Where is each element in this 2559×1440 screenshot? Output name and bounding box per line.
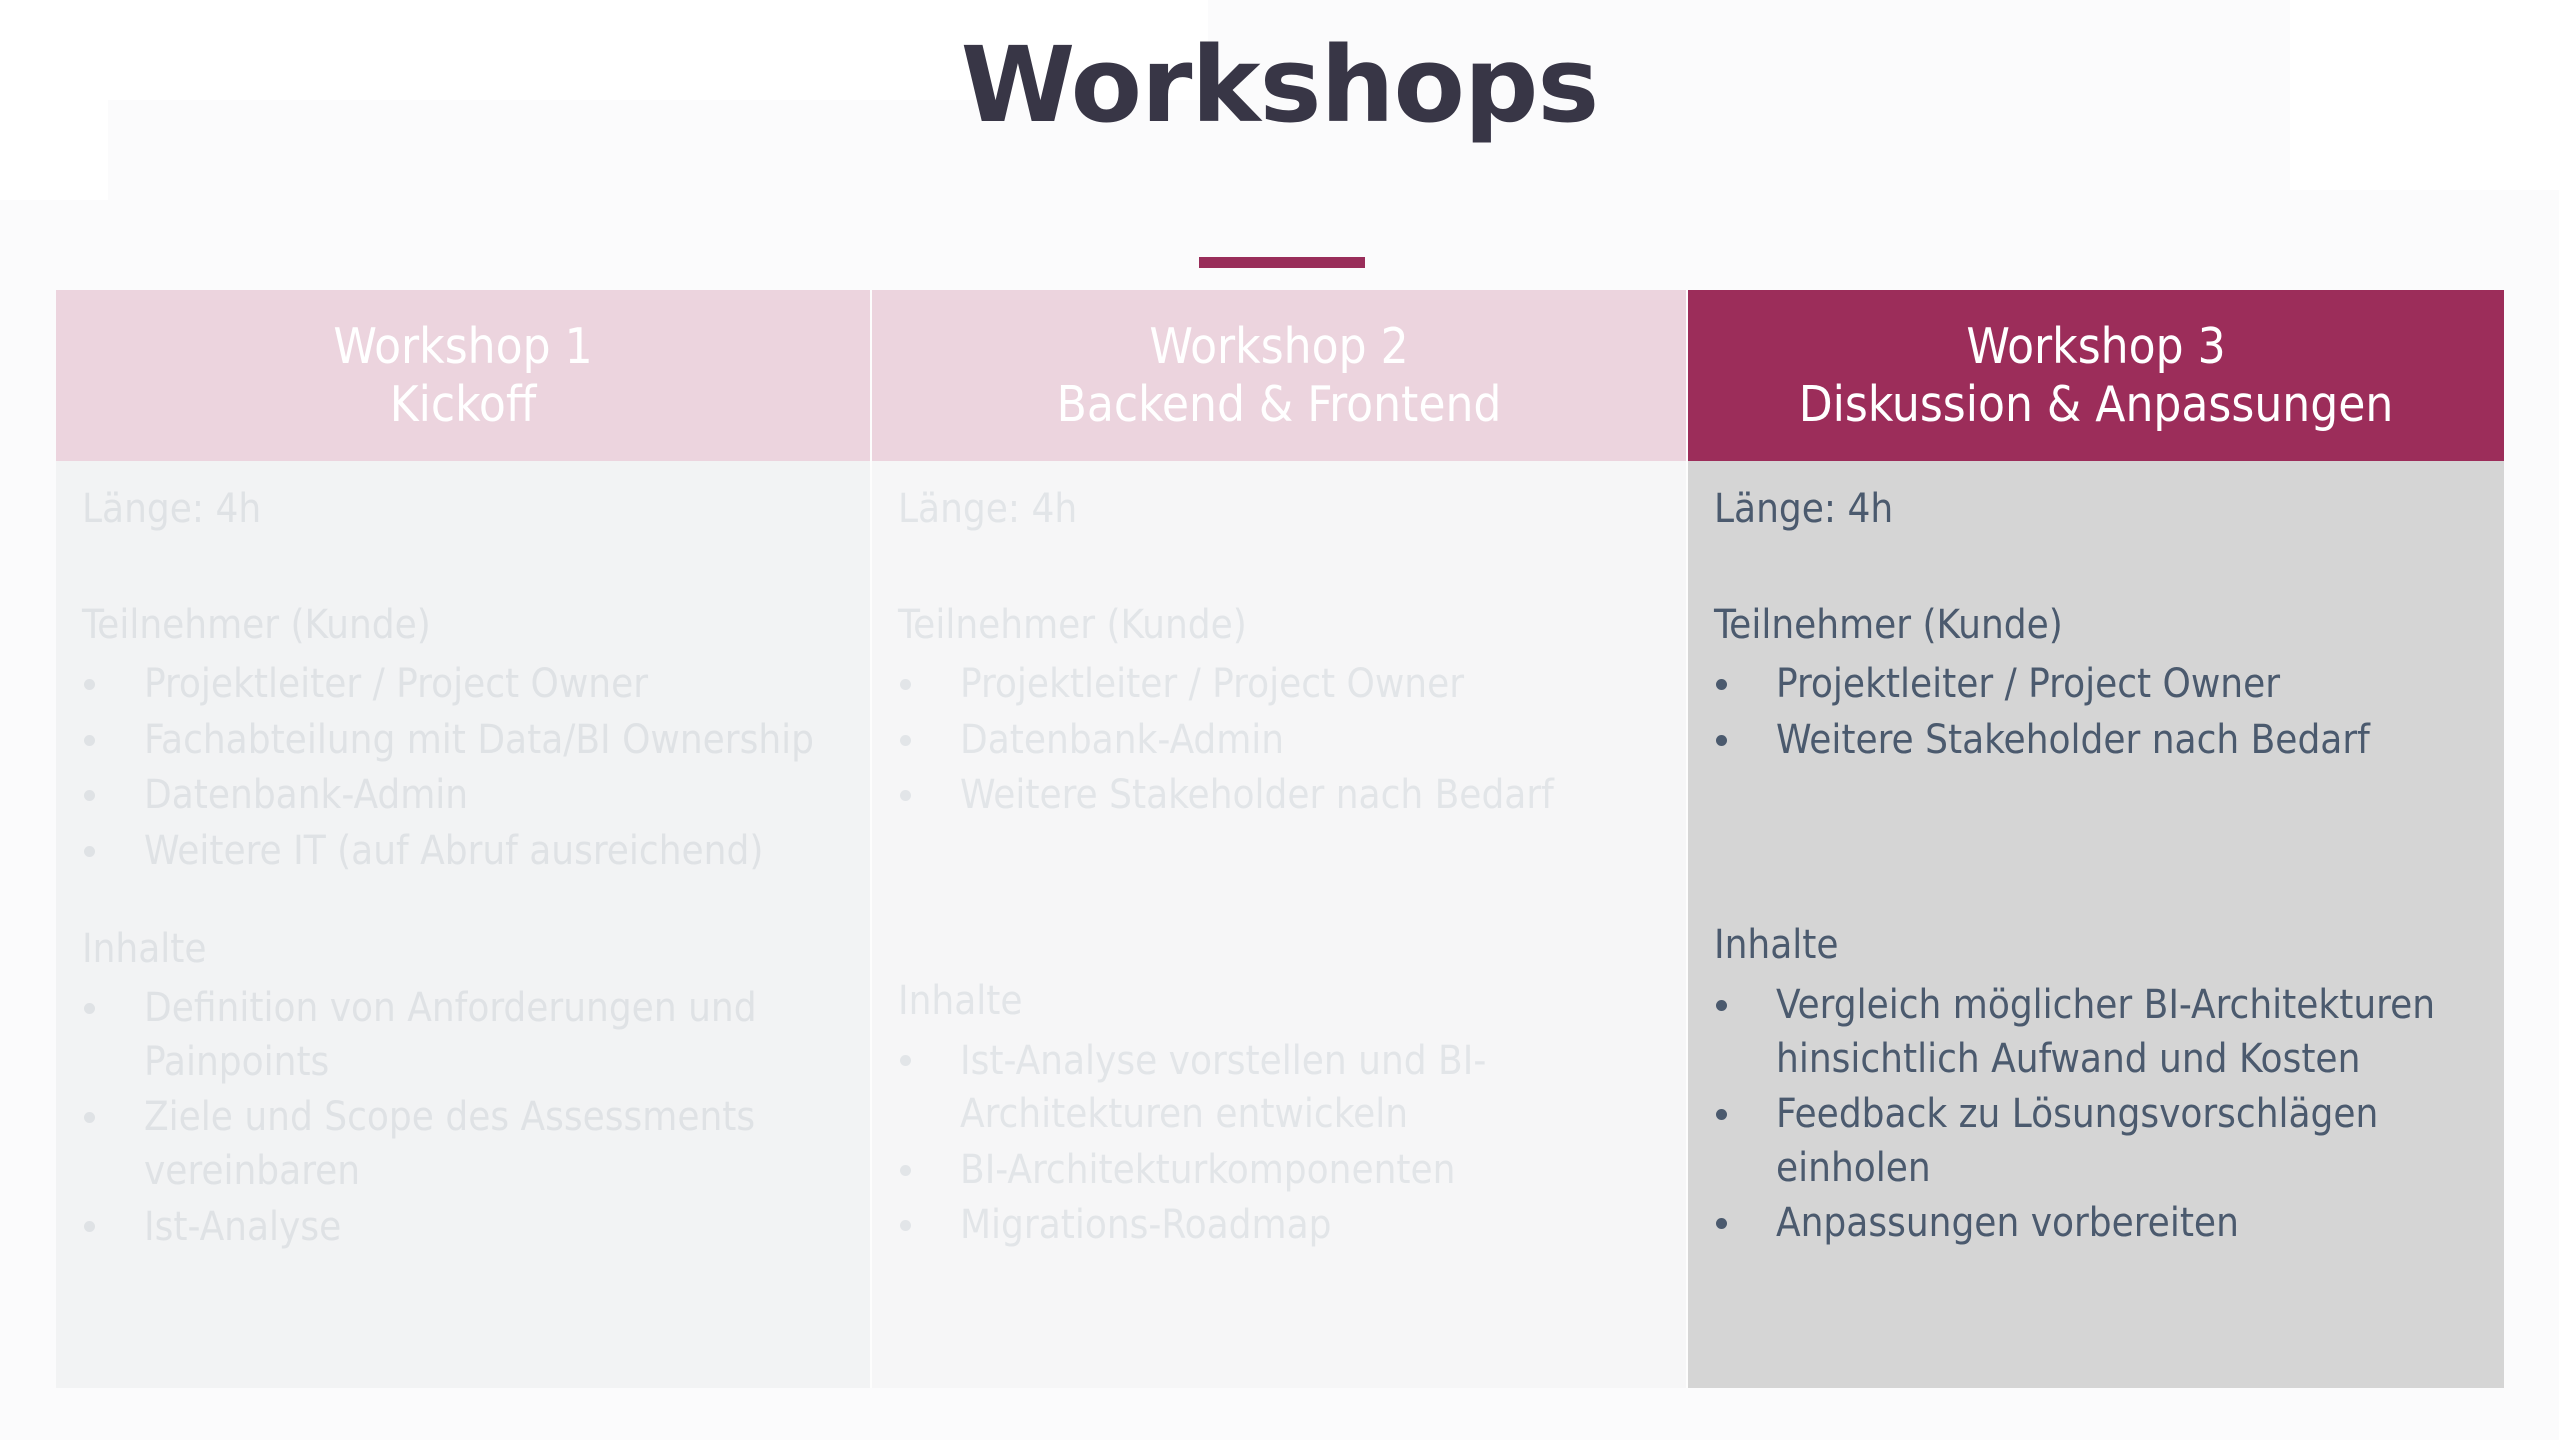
list-item-label: Projektleiter / Project Owner: [144, 661, 649, 708]
workshop-column-3-header-line2: Diskussion & Anpassungen: [1798, 375, 2394, 433]
list-item: Anpassungen vorbereiten: [1714, 1197, 2478, 1251]
workshop-column-3-contents-heading: Inhalte: [1714, 922, 1839, 969]
bullet-icon: [900, 678, 911, 690]
workshop-column-3: Workshop 3 Diskussion & Anpassungen Läng…: [1688, 290, 2504, 1388]
title-area: Workshops: [0, 24, 2559, 146]
workshop-column-1-participants-heading: Teilnehmer (Kunde): [82, 601, 431, 648]
bullet-icon: [900, 1164, 911, 1176]
bullet-icon: [1716, 999, 1727, 1011]
workshop-column-1-participants-list: Projektleiter / Project Owner Fachabteil…: [82, 658, 844, 878]
workshop-column-2-contents-heading: Inhalte: [898, 977, 1023, 1024]
bullet-icon: [84, 1112, 95, 1124]
bullet-icon: [84, 734, 95, 746]
workshop-column-3-contents-list: Vergleich möglicher BI-Architekturen hin…: [1714, 979, 2478, 1251]
list-item-label: Projektleiter / Project Owner: [960, 661, 1465, 708]
workshop-column-1-header-line2: Kickoff: [389, 375, 537, 433]
workshop-column-1-header-line1: Workshop 1: [333, 317, 593, 375]
workshop-column-1: Workshop 1 Kickoff Länge: 4h Teilnehmer …: [56, 290, 872, 1388]
list-item: Migrations-Roadmap: [898, 1199, 1660, 1253]
workshop-column-1-contents-heading: Inhalte: [82, 925, 207, 972]
bullet-icon: [1716, 678, 1727, 690]
workshop-column-1-contents-list: Definition von Anforderungen und Painpoi…: [82, 982, 844, 1254]
list-item-label: Projektleiter / Project Owner: [1776, 661, 2281, 708]
bullet-icon: [84, 790, 95, 802]
workshop-column-3-participants-heading: Teilnehmer (Kunde): [1714, 601, 2063, 648]
bullet-icon: [84, 845, 95, 857]
bullet-icon: [84, 1002, 95, 1014]
bullet-icon: [900, 734, 911, 746]
list-item: Vergleich möglicher BI-Architekturen hin…: [1714, 979, 2478, 1086]
list-item-label: Feedback zu Lösungsvorschlägen einholen: [1776, 1091, 2379, 1191]
workshop-column-2-header: Workshop 2 Backend & Frontend: [872, 290, 1688, 461]
bullet-icon: [84, 678, 95, 690]
list-item: Projektleiter / Project Owner: [1714, 658, 2478, 712]
workshops-table: Workshop 1 Kickoff Länge: 4h Teilnehmer …: [56, 290, 2504, 1388]
list-item: Feedback zu Lösungsvorschlägen einholen: [1714, 1088, 2478, 1195]
list-item: Weitere Stakeholder nach Bedarf: [1714, 714, 2478, 768]
bullet-icon: [84, 1221, 95, 1233]
title-accent-bar: [1199, 257, 1365, 268]
list-item: Ist-Analyse: [82, 1201, 844, 1255]
bullet-icon: [900, 1220, 911, 1232]
list-item: Projektleiter / Project Owner: [82, 658, 844, 712]
list-item: Datenbank-Admin: [898, 714, 1660, 768]
list-item-label: Fachabteilung mit Data/BI Ownership: [144, 716, 814, 763]
workshop-column-2-header-line2: Backend & Frontend: [1056, 375, 1502, 433]
list-item-label: Datenbank-Admin: [960, 716, 1285, 763]
workshop-column-1-duration: Länge: 4h: [82, 486, 262, 532]
workshop-column-3-header: Workshop 3 Diskussion & Anpassungen: [1688, 290, 2504, 461]
list-item-label: Weitere Stakeholder nach Bedarf: [1776, 716, 2370, 763]
workshop-column-2: Workshop 2 Backend & Frontend Länge: 4h …: [872, 290, 1688, 1388]
list-item: Fachabteilung mit Data/BI Ownership: [82, 714, 844, 768]
bullet-icon: [900, 1055, 911, 1067]
workshop-column-2-participants-list: Projektleiter / Project Owner Datenbank-…: [898, 658, 1660, 823]
workshop-column-3-body: Länge: 4h Teilnehmer (Kunde) Projektleit…: [1688, 461, 2504, 1388]
list-item: Ist-Analyse vorstellen und BI-Architektu…: [898, 1035, 1660, 1142]
list-item-label: Weitere IT (auf Abruf ausreichend): [144, 827, 764, 874]
list-item-label: Datenbank-Admin: [144, 772, 469, 819]
workshop-column-1-body: Länge: 4h Teilnehmer (Kunde) Projektleit…: [56, 461, 872, 1388]
list-item-label: Anpassungen vorbereiten: [1776, 1200, 2239, 1247]
list-item: Projektleiter / Project Owner: [898, 658, 1660, 712]
list-item-label: Ist-Analyse vorstellen und BI-Architektu…: [960, 1037, 1487, 1138]
workshop-column-2-participants-heading: Teilnehmer (Kunde): [898, 601, 1247, 648]
bullet-icon: [1716, 734, 1727, 746]
list-item: Definition von Anforderungen und Painpoi…: [82, 982, 844, 1089]
list-item-label: Weitere Stakeholder nach Bedarf: [960, 772, 1554, 819]
workshop-column-2-contents-list: Ist-Analyse vorstellen und BI-Architektu…: [898, 1035, 1660, 1253]
list-item-label: Vergleich möglicher BI-Architekturen hin…: [1776, 981, 2436, 1082]
list-item: BI-Architekturkomponenten: [898, 1144, 1660, 1198]
list-item-label: Ziele und Scope des Assessments vereinba…: [144, 1094, 756, 1194]
list-item-label: BI-Architekturkomponenten: [960, 1146, 1456, 1193]
workshop-column-3-duration: Länge: 4h: [1714, 486, 1894, 532]
list-item: Ziele und Scope des Assessments vereinba…: [82, 1091, 844, 1198]
workshop-column-2-duration: Länge: 4h: [898, 486, 1078, 532]
list-item-label: Migrations-Roadmap: [960, 1202, 1332, 1249]
page-title: Workshops: [960, 24, 1600, 146]
workshop-column-3-header-line1: Workshop 3: [1966, 317, 2226, 375]
workshop-column-3-participants-list: Projektleiter / Project Owner Weitere St…: [1714, 658, 2478, 767]
list-item: Datenbank-Admin: [82, 769, 844, 823]
bullet-icon: [900, 790, 911, 802]
workshop-column-2-body: Länge: 4h Teilnehmer (Kunde) Projektleit…: [872, 461, 1688, 1388]
list-item: Weitere Stakeholder nach Bedarf: [898, 769, 1660, 823]
list-item-label: Ist-Analyse: [144, 1203, 342, 1250]
list-item-label: Definition von Anforderungen und Painpoi…: [144, 985, 757, 1085]
workshop-column-1-header: Workshop 1 Kickoff: [56, 290, 872, 461]
list-item: Weitere IT (auf Abruf ausreichend): [82, 825, 844, 879]
workshop-column-2-header-line1: Workshop 2: [1149, 317, 1409, 375]
bullet-icon: [1716, 1108, 1727, 1120]
bullet-icon: [1716, 1218, 1727, 1230]
